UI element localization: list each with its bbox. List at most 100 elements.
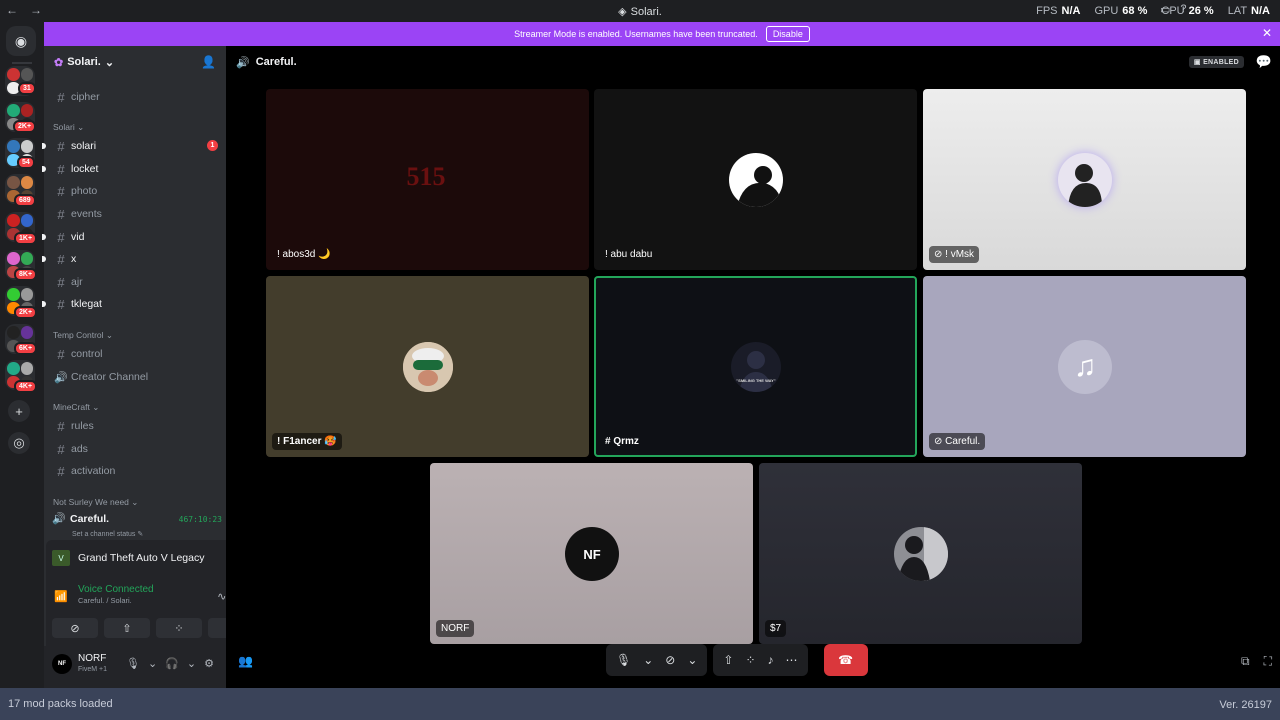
channel-label: activation xyxy=(71,465,116,477)
camera-off-button[interactable]: ⊘ xyxy=(52,618,98,638)
hash-icon: # xyxy=(57,89,65,105)
gear-icon[interactable]: ⚙ xyxy=(204,657,214,670)
channel-label: tklegat xyxy=(71,298,102,310)
chevron-down-icon[interactable]: ⌄ xyxy=(643,653,653,667)
channel-events[interactable]: # events xyxy=(52,204,222,224)
headphones-icon[interactable]: 🎧 xyxy=(165,657,179,670)
category-label: Not Surley We need xyxy=(53,497,129,507)
chevron-down-icon[interactable]: ⌄ xyxy=(148,657,157,670)
activities-button[interactable]: ⁘ xyxy=(156,618,202,638)
hash-icon: # xyxy=(57,346,65,362)
more-options-icon[interactable]: ⋯ xyxy=(786,653,798,667)
disconnect-button[interactable]: ☎ xyxy=(823,644,868,676)
unread-badge: 2K+ xyxy=(14,306,38,319)
channel-cipher[interactable]: # cipher xyxy=(52,87,222,107)
participant-name: NORF xyxy=(436,620,475,637)
participant-tile[interactable]: 515 ! abos3d 🌙 xyxy=(266,89,589,270)
channel-control[interactable]: # control xyxy=(52,344,222,364)
user-panel: NF NORF FiveM +1 🎙 ⌄ 🎧 ⌄ ⚙ xyxy=(44,646,226,688)
speaker-icon: 🔊 xyxy=(236,56,250,69)
category-solari[interactable]: Solari ⌄ xyxy=(53,122,84,133)
avatar xyxy=(1058,153,1112,207)
unread-badge: 54 xyxy=(17,156,35,169)
avatar: NF xyxy=(565,527,619,581)
participant-name: # Qrmz xyxy=(605,436,639,447)
perf-stats: FPS N/A GPU 68 % CPU 26 % LAT N/A xyxy=(1036,5,1270,17)
voice-connected-block: 📶 Voice Connected Careful. / Solari. xyxy=(54,584,154,605)
hash-icon: # xyxy=(57,418,65,434)
voice-connected-label[interactable]: Voice Connected xyxy=(78,584,154,595)
add-server-icon[interactable]: + xyxy=(8,400,30,422)
server-header[interactable]: ✿ Solari. ⌄ 👤 xyxy=(44,46,226,78)
music-note-icon: ♫ xyxy=(1058,340,1112,394)
username[interactable]: NORF xyxy=(78,653,106,664)
microphone-icon[interactable]: 🎙 xyxy=(616,653,631,667)
channel-label: ajr xyxy=(71,276,83,288)
chat-bubble-icon[interactable]: 💬 xyxy=(1256,54,1272,70)
hash-icon: # xyxy=(57,274,65,290)
hash-icon: # xyxy=(57,138,65,154)
hash-icon: # xyxy=(57,251,65,267)
channel-creator-channel[interactable]: 🔊 Creator Channel xyxy=(52,367,222,387)
channel-x[interactable]: # x xyxy=(42,249,222,269)
unread-badge: 1K+ xyxy=(14,232,38,245)
channel-label: ads xyxy=(71,443,88,455)
hash-icon: # xyxy=(57,183,65,199)
call-channel-name: Careful. xyxy=(255,56,297,68)
soundboard-icon[interactable]: ♪ xyxy=(768,653,774,667)
media-controls: 🎙 ⌄ ⊘ ⌄ xyxy=(606,644,708,676)
channel-rules[interactable]: # rules xyxy=(52,416,222,436)
participant-tile[interactable]: ! F1ancer 🥵 xyxy=(266,276,589,457)
channel-locket[interactable]: # locket xyxy=(42,159,222,179)
discover-icon[interactable]: ◎ xyxy=(8,432,30,454)
add-member-icon[interactable]: 👤 xyxy=(201,55,216,69)
channel-tklegat[interactable]: # tklegat xyxy=(42,294,222,314)
mention-badge: 1 xyxy=(207,140,218,151)
server-name: Solari. xyxy=(67,56,101,68)
chevron-down-icon[interactable]: ⌄ xyxy=(687,653,697,667)
window-titlebar: ← → ◈ Solari. ▭ ? FPS N/A GPU 68 % CPU 26 % … xyxy=(0,0,1280,22)
close-icon[interactable]: ✕ xyxy=(1262,26,1272,40)
fullscreen-icon[interactable]: ⛶ xyxy=(1264,654,1272,669)
camera-off-icon[interactable]: ⊘ xyxy=(665,653,675,667)
channel-solari[interactable]: # solari 1 xyxy=(42,136,222,156)
activities-icon[interactable]: ⁘ xyxy=(745,653,755,667)
avatar[interactable]: NF xyxy=(52,654,72,674)
channel-photo[interactable]: # photo xyxy=(52,181,222,201)
category-not-surley[interactable]: Not Surley We need ⌄ xyxy=(53,497,138,508)
channel-vid[interactable]: # vid xyxy=(42,227,222,247)
discord-home-icon[interactable]: ◉ xyxy=(6,26,36,56)
user-controls: 🎙 ⌄ 🎧 ⌄ ⚙ xyxy=(126,657,214,670)
voice-connected-sub[interactable]: Careful. / Solari. xyxy=(78,596,154,605)
channel-status[interactable]: Set a channel status ✎ xyxy=(72,530,143,538)
category-label: MineCraft xyxy=(53,402,90,412)
microphone-icon[interactable]: 🎙 xyxy=(126,657,140,670)
streamer-mode-banner: Streamer Mode is enabled. Usernames have… xyxy=(44,22,1280,46)
unread-dot xyxy=(42,301,46,307)
banner-text: Streamer Mode is enabled. Usernames have… xyxy=(514,29,758,39)
participant-name: ! abu dabu xyxy=(605,249,653,260)
version-label: Ver. 26197 xyxy=(1219,699,1272,711)
category-temp-control[interactable]: Temp Control ⌄ xyxy=(53,330,113,341)
participant-name: ⊘ Careful. xyxy=(929,433,986,450)
chevron-down-icon[interactable]: ⌄ xyxy=(187,657,196,670)
participant-tile[interactable]: NF NORF xyxy=(430,463,753,644)
disable-button[interactable]: Disable xyxy=(765,26,810,42)
participant-tile[interactable]: ♫ ⊘ Careful. xyxy=(923,276,1246,457)
invite-icon[interactable]: 👥 xyxy=(238,654,253,668)
participant-tile-speaking[interactable]: "SMILING THE WAY" # Qrmz xyxy=(594,276,917,457)
noise-suppression-icon[interactable]: ∿ xyxy=(217,590,226,603)
channel-activation[interactable]: # activation xyxy=(52,461,222,481)
screen-share-icon[interactable]: ⇧ xyxy=(723,653,733,667)
category-minecraft[interactable]: MineCraft ⌄ xyxy=(53,402,99,413)
popout-icon[interactable]: ⧉ xyxy=(1241,654,1250,669)
app-logo-icon: ◈ xyxy=(618,6,627,18)
unread-badge: 4K+ xyxy=(14,380,38,393)
screen-share-button[interactable]: ⇧ xyxy=(104,618,150,638)
participant-tile[interactable]: ! abu dabu xyxy=(594,89,917,270)
participant-tile[interactable]: ⊘ ! vMsk xyxy=(923,89,1246,270)
channel-ajr[interactable]: # ajr xyxy=(52,272,222,292)
window-controls: ⧉ ⛶ xyxy=(1241,654,1272,669)
channel-ads[interactable]: # ads xyxy=(52,439,222,459)
participant-tile[interactable]: $7 xyxy=(759,463,1082,644)
